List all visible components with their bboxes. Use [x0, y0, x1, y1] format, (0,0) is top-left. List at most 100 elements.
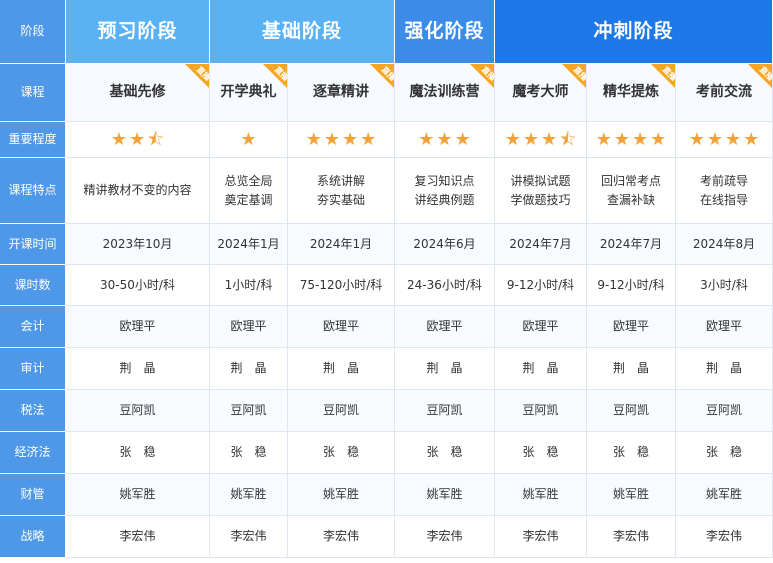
hours-per-subject: 1小时/科 — [210, 265, 288, 306]
star-rating: ★ ★ ★ — [418, 126, 470, 154]
teacher-tax-law: 豆阿凯 — [676, 390, 773, 432]
hours-per-subject: 9-12小时/科 — [587, 265, 676, 306]
teacher-tax-law: 豆阿凯 — [587, 390, 676, 432]
course-name-cell: 逐章精讲 直播 — [288, 64, 395, 122]
teacher-accounting: 欧理平 — [587, 306, 676, 348]
hours-per-subject: 9-12小时/科 — [495, 265, 587, 306]
teacher-strategy: 李宏伟 — [395, 516, 495, 558]
star-full-icon: ★ — [504, 128, 521, 150]
course-feature: 复习知识点 讲经典例题 — [395, 158, 495, 224]
importance-rating: ★ — [210, 122, 288, 158]
row-label-teacher-strategy: 战略 — [0, 516, 66, 558]
star-full-icon: ★ — [418, 128, 435, 150]
star-full-icon: ★ — [743, 128, 760, 150]
teacher-audit: 荆 晶 — [210, 348, 288, 390]
teacher-tax-law: 豆阿凯 — [288, 390, 395, 432]
teacher-strategy: 李宏伟 — [66, 516, 210, 558]
row-label-teacher-financial-management: 财管 — [0, 474, 66, 516]
live-badge: 直播 — [460, 64, 494, 98]
course-feature: 系统讲解 夯实基础 — [288, 158, 395, 224]
start-date: 2024年1月 — [288, 224, 395, 265]
star-full-icon: ★ — [342, 128, 359, 150]
teacher-financial-management: 姚军胜 — [395, 474, 495, 516]
course-name-cell: 魔法训练营 直播 — [395, 64, 495, 122]
importance-rating: ★ ★ ★ ⯪ — [495, 122, 587, 158]
live-badge-label: 直播 — [757, 64, 772, 83]
teacher-strategy: 李宏伟 — [676, 516, 773, 558]
course-feature: 讲模拟试题 学做题技巧 — [495, 158, 587, 224]
importance-rating: ★ ★ ★ ★ — [288, 122, 395, 158]
course-schedule-table: 阶段 预习阶段 基础阶段 强化阶段 冲刺阶段 课程 基础先修 直播 开学典礼 直播 逐章精讲 直播 魔法… — [0, 0, 773, 563]
teacher-financial-management: 姚军胜 — [676, 474, 773, 516]
teacher-financial-management: 姚军胜 — [495, 474, 587, 516]
schedule-grid: 阶段 预习阶段 基础阶段 强化阶段 冲刺阶段 课程 基础先修 直播 开学典礼 直播 逐章精讲 直播 魔法… — [0, 0, 773, 563]
teacher-financial-management: 姚军胜 — [587, 474, 676, 516]
hours-per-subject: 30-50小时/科 — [66, 265, 210, 306]
row-label-feature: 课程特点 — [0, 158, 66, 224]
importance-rating: ★ ★ ★ — [395, 122, 495, 158]
star-full-icon: ★ — [323, 128, 340, 150]
row-label-hours-per-subject: 课时数 — [0, 265, 66, 306]
start-date: 2023年10月 — [66, 224, 210, 265]
course-name-cell: 开学典礼 直播 — [210, 64, 288, 122]
star-full-icon: ★ — [613, 128, 630, 150]
row-label-course: 课程 — [0, 64, 66, 122]
course-name-cell: 魔考大师 直播 — [495, 64, 587, 122]
live-badge-label: 直播 — [272, 64, 287, 83]
star-rating: ★ ★ ★ ★ — [596, 126, 667, 154]
teacher-audit: 荆 晶 — [676, 348, 773, 390]
teacher-financial-management: 姚军胜 — [210, 474, 288, 516]
teacher-strategy: 李宏伟 — [495, 516, 587, 558]
teacher-audit: 荆 晶 — [587, 348, 676, 390]
start-date: 2024年1月 — [210, 224, 288, 265]
importance-rating: ★ ★ ⯪ — [66, 122, 210, 158]
teacher-economic-law: 张 稳 — [676, 432, 773, 474]
course-name-cell: 精华提炼 直播 — [587, 64, 676, 122]
stage-header: 冲刺阶段 — [495, 0, 773, 64]
row-label-teacher-audit: 审计 — [0, 348, 66, 390]
hours-per-subject: 3小时/科 — [676, 265, 773, 306]
live-badge-label: 直播 — [379, 64, 394, 83]
live-badge-label: 直播 — [194, 64, 209, 83]
row-label-teacher-tax-law: 税法 — [0, 390, 66, 432]
stage-header: 强化阶段 — [395, 0, 495, 64]
course-name-cell: 基础先修 直播 — [66, 64, 210, 122]
teacher-audit: 荆 晶 — [495, 348, 587, 390]
star-half-icon: ⯪ — [147, 128, 165, 150]
live-badge: 直播 — [253, 64, 287, 98]
star-rating: ★ ★ ★ ★ — [306, 126, 377, 154]
star-full-icon: ★ — [110, 128, 127, 150]
start-date: 2024年7月 — [495, 224, 587, 265]
star-full-icon: ★ — [595, 128, 612, 150]
live-badge: 直播 — [738, 64, 772, 98]
star-full-icon: ★ — [360, 128, 377, 150]
teacher-economic-law: 张 稳 — [495, 432, 587, 474]
star-full-icon: ★ — [454, 128, 471, 150]
star-rating: ★ ★ ★ ⯪ — [505, 126, 576, 154]
teacher-audit: 荆 晶 — [66, 348, 210, 390]
course-name: 基础先修 — [109, 83, 166, 100]
importance-rating: ★ ★ ★ ★ — [676, 122, 773, 158]
row-label-stage: 阶段 — [0, 0, 66, 64]
star-full-icon: ★ — [632, 128, 649, 150]
teacher-accounting: 欧理平 — [676, 306, 773, 348]
live-badge: 直播 — [552, 64, 586, 98]
row-label-start-date: 开课时间 — [0, 224, 66, 265]
stage-header: 基础阶段 — [210, 0, 395, 64]
live-badge-label: 直播 — [479, 64, 494, 83]
course-name-cell: 考前交流 直播 — [676, 64, 773, 122]
teacher-audit: 荆 晶 — [288, 348, 395, 390]
stage-header: 预习阶段 — [66, 0, 210, 64]
teacher-economic-law: 张 稳 — [395, 432, 495, 474]
course-feature: 总览全局 奠定基调 — [210, 158, 288, 224]
star-full-icon: ★ — [688, 128, 705, 150]
live-badge: 直播 — [360, 64, 394, 98]
course-feature: 回归常考点 查漏补缺 — [587, 158, 676, 224]
teacher-accounting: 欧理平 — [210, 306, 288, 348]
teacher-audit: 荆 晶 — [395, 348, 495, 390]
star-full-icon: ★ — [305, 128, 322, 150]
live-badge: 直播 — [175, 64, 209, 98]
live-badge-label: 直播 — [571, 64, 586, 83]
teacher-financial-management: 姚军胜 — [288, 474, 395, 516]
teacher-financial-management: 姚军胜 — [66, 474, 210, 516]
